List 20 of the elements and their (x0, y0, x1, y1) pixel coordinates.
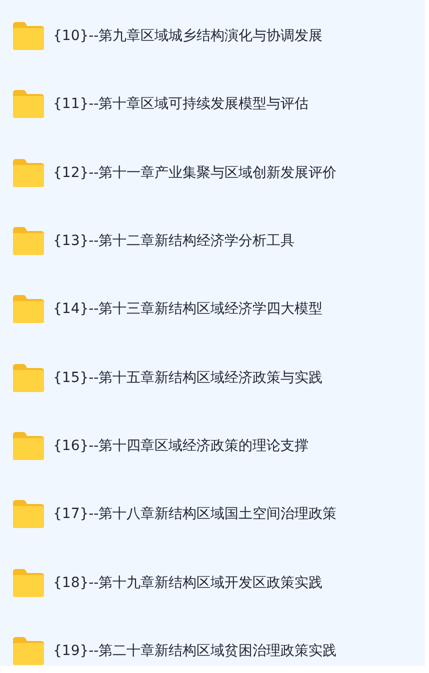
folder-name[interactable]: {13}--第十二章新结构经济学分析工具 (53, 232, 295, 250)
folder-name[interactable]: {11}--第十章区域可持续发展模型与评估 (53, 95, 309, 114)
folder-name[interactable]: {17}--第十八章新结构区域国土空间治理政策 (53, 505, 337, 524)
folder-name[interactable]: {12}--第十一章产业集聚与区域创新发展评价 (53, 164, 337, 182)
folder-icon (11, 89, 45, 120)
folder-icon (11, 636, 45, 666)
folder-name[interactable]: {16}--第十四章区域经济政策的理论支撑 (53, 436, 309, 455)
folder-icon (11, 21, 45, 52)
folder-icon (11, 430, 45, 461)
folder-name[interactable]: {14}--第十三章新结构区域经济学四大模型 (53, 300, 323, 318)
folder-icon (11, 226, 45, 256)
folder-name[interactable]: {15}--第十五章新结构区域经济政策与实践 (53, 368, 323, 387)
folder-icon (11, 158, 45, 188)
folder-icon (11, 499, 45, 530)
folder-name[interactable]: {19}--第二十章新结构区域贫困治理政策实践 (53, 642, 337, 660)
folder-icon (11, 362, 45, 393)
folder-icon (11, 568, 45, 598)
folder-name[interactable]: {10}--第九章区域城乡结构演化与协调发展 (53, 27, 323, 46)
folder-icon (11, 294, 45, 324)
folder-name[interactable]: {18}--第十九章新结构区域开发区政策实践 (53, 574, 323, 592)
